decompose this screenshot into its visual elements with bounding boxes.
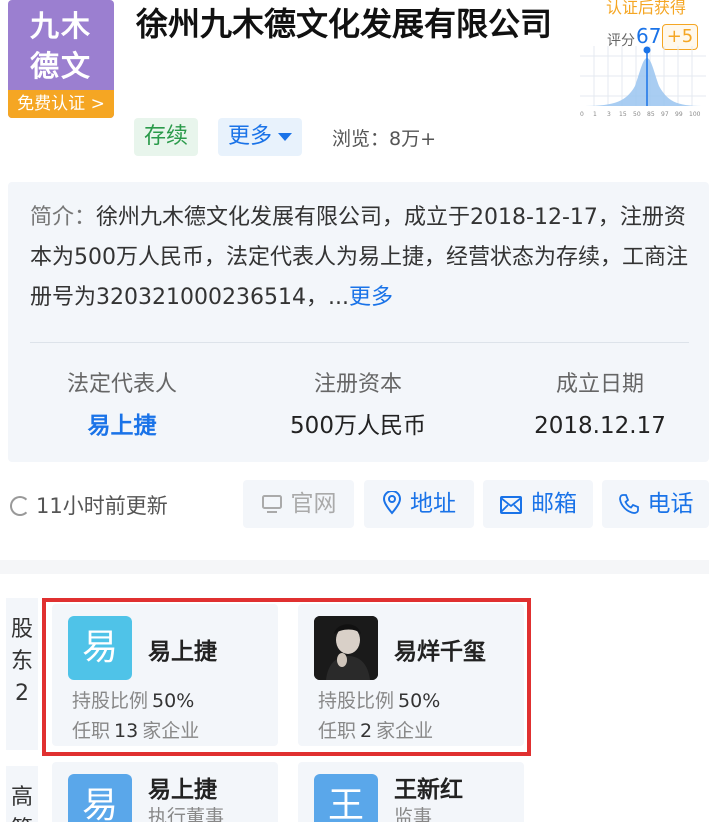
company-logo[interactable]: 九木 德文 免费认证 > — [8, 0, 114, 118]
company-name: 徐州九木德文化发展有限公司 — [136, 5, 553, 43]
company-page: 九木 德文 免费认证 > 徐州九木德文化发展有限公司 存续 更多 浏览：8万+ … — [0, 0, 709, 822]
intro-card: 简介：徐州九木德文化发展有限公司，成立于2018-12-17，注册资本为500万… — [8, 182, 709, 462]
update-status[interactable]: 11小时前更新 — [10, 490, 168, 520]
executives-side-label[interactable]: 高管 — [6, 766, 38, 822]
divider — [30, 342, 689, 343]
tick: 1 — [593, 111, 597, 118]
executive-role: 监事 — [394, 806, 433, 822]
executive-name[interactable]: 易上捷 — [148, 770, 217, 804]
score-value: 67 — [636, 24, 662, 48]
view-count: 浏览：8万+ — [332, 128, 437, 150]
address-label: 地址 — [410, 491, 456, 517]
tick: 3 — [607, 111, 611, 118]
founded-value: 2018.12.17 — [534, 413, 666, 439]
score-distribution-chart[interactable]: 0 1 3 15 50 85 97 99 100 — [580, 46, 706, 118]
logo-text-line1: 九木 — [29, 9, 92, 43]
executive-card[interactable]: 易 易上捷 执行董事 — [52, 762, 278, 822]
shareholders-label: 股东 — [11, 617, 34, 674]
refresh-icon — [10, 496, 30, 516]
more-tags-label: 更多 — [228, 124, 273, 149]
legal-rep-column: 法定代表人 易上捷 — [22, 370, 222, 442]
score-axis-ticks: 0 1 3 15 50 85 97 99 100 — [580, 111, 701, 118]
executive-role: 执行董事 — [148, 806, 225, 822]
intro-label: 简介： — [30, 205, 97, 230]
email-button[interactable]: 邮箱 — [483, 480, 593, 528]
phone-button[interactable]: 电话 — [602, 480, 709, 528]
mail-icon — [500, 496, 522, 514]
section-separator — [0, 560, 709, 574]
website-button[interactable]: 官网 — [243, 480, 354, 528]
legal-rep-value[interactable]: 易上捷 — [22, 410, 222, 442]
tick: 15 — [619, 111, 627, 118]
caret-down-icon — [278, 133, 293, 141]
executives-label: 高管 — [11, 785, 34, 822]
legal-rep-label: 法定代表人 — [66, 372, 177, 397]
capital-column: 注册资本 500万人民币 — [258, 370, 458, 442]
executive-card[interactable]: 王 王新红 监事 — [298, 762, 524, 822]
monitor-icon — [261, 495, 282, 513]
status-tag: 存续 — [134, 118, 199, 156]
tick: 97 — [661, 111, 669, 118]
free-certify-badge[interactable]: 免费认证 > — [8, 90, 114, 118]
tick: 50 — [633, 111, 641, 118]
address-button[interactable]: 地址 — [364, 480, 474, 528]
tick: 100 — [689, 111, 701, 118]
distribution-curve — [580, 58, 706, 106]
email-label: 邮箱 — [531, 491, 577, 517]
avatar: 易 — [68, 774, 132, 822]
intro-text: 简介：徐州九木德文化发展有限公司，成立于2018-12-17，注册资本为500万… — [30, 198, 692, 318]
logo-text-line2: 德文 — [29, 49, 92, 83]
avatar: 王 — [314, 774, 378, 822]
more-tags-button[interactable]: 更多 — [218, 118, 303, 156]
capital-value: 500万人民币 — [290, 413, 426, 439]
score-marker-dot — [643, 46, 651, 54]
founded-label: 成立日期 — [555, 372, 644, 397]
location-pin-icon — [382, 490, 402, 515]
update-text: 11小时前更新 — [36, 494, 168, 518]
tick: 85 — [647, 111, 655, 118]
capital-label: 注册资本 — [313, 372, 402, 397]
phone-icon — [618, 494, 639, 514]
score-certify-hint[interactable]: 认证后获得 — [606, 0, 686, 18]
founded-column: 成立日期 2018.12.17 — [500, 370, 700, 442]
executive-name[interactable]: 王新红 — [394, 770, 463, 804]
logo-text: 九木 德文 — [8, 6, 114, 86]
tick: 0 — [580, 111, 584, 118]
intro-more-link[interactable]: 更多 — [349, 285, 393, 310]
website-label: 官网 — [290, 491, 337, 517]
highlight-annotation-box — [42, 598, 531, 756]
tick: 99 — [675, 111, 683, 118]
shareholders-side-label[interactable]: 股东 2 — [6, 598, 38, 750]
phone-label: 电话 — [647, 491, 694, 517]
shareholders-count: 2 — [15, 681, 29, 706]
